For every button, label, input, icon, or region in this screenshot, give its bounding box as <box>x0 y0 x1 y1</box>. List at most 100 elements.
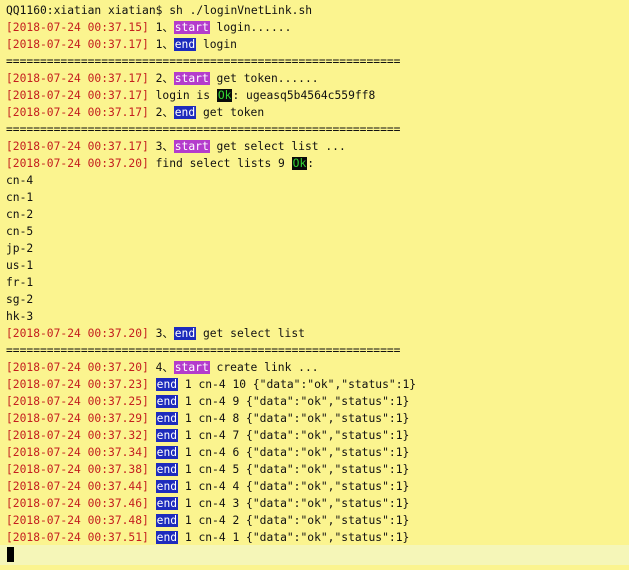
region-list-item: jp-2 <box>6 240 629 257</box>
log-text: create link ... <box>209 361 319 374</box>
log-line: [2018-07-24 00:37.20] 4、start create lin… <box>6 359 629 376</box>
log-text: 1 cn-4 3 {"data":"ok","status":1} <box>178 497 410 510</box>
end-tag: end <box>155 531 179 544</box>
separator: ========================================… <box>6 344 401 357</box>
end-tag: end <box>173 327 197 340</box>
log-text: 1 cn-4 9 {"data":"ok","status":1} <box>178 395 410 408</box>
log-text: 1 cn-4 6 {"data":"ok","status":1} <box>178 446 410 459</box>
log-line: [2018-07-24 00:37.17] 1、end login <box>6 36 629 53</box>
region-list-item: hk-3 <box>6 308 629 325</box>
log-text: get select list <box>196 327 305 340</box>
timestamp: [2018-07-24 00:37.17] <box>6 140 149 153</box>
log-text: login...... <box>209 21 292 34</box>
timestamp: [2018-07-24 00:37.48] <box>6 514 149 527</box>
timestamp: [2018-07-24 00:37.20] <box>6 157 149 170</box>
end-tag: end <box>155 378 179 391</box>
log-line: [2018-07-24 00:37.20] 3、end get select l… <box>6 325 629 342</box>
log-text: 2、 <box>148 106 174 119</box>
log-text: 1 cn-4 10 {"data":"ok","status":1} <box>178 378 417 391</box>
region-list-item: cn-2 <box>6 206 629 223</box>
region-list-item: cn-1 <box>6 189 629 206</box>
timestamp: [2018-07-24 00:37.51] <box>6 531 149 544</box>
timestamp: [2018-07-24 00:37.29] <box>6 412 149 425</box>
region-list-item: fr-1 <box>6 274 629 291</box>
log-line: [2018-07-24 00:37.48] end 1 cn-4 2 {"dat… <box>6 512 629 529</box>
end-tag: end <box>155 429 179 442</box>
log-text: : <box>307 157 315 170</box>
timestamp: [2018-07-24 00:37.17] <box>6 72 149 85</box>
log-line: [2018-07-24 00:37.15] 1、start login.....… <box>6 19 629 36</box>
log-text: 1 cn-4 4 {"data":"ok","status":1} <box>178 480 410 493</box>
log-text: find select lists 9 <box>148 157 292 170</box>
separator: ========================================… <box>6 55 401 68</box>
region-code: hk-3 <box>6 310 34 323</box>
timestamp: [2018-07-24 00:37.25] <box>6 395 149 408</box>
text-cursor <box>7 547 14 562</box>
region-code: fr-1 <box>6 276 34 289</box>
log-line: [2018-07-24 00:37.44] end 1 cn-4 4 {"dat… <box>6 478 629 495</box>
log-line: [2018-07-24 00:37.51] end 1 cn-4 1 {"dat… <box>6 529 629 546</box>
timestamp: [2018-07-24 00:37.20] <box>6 361 149 374</box>
log-line: [2018-07-24 00:37.17] 2、start get token.… <box>6 70 629 87</box>
ok-tag: Ok <box>216 89 233 102</box>
region-code: cn-2 <box>6 208 34 221</box>
timestamp: [2018-07-24 00:37.34] <box>6 446 149 459</box>
timestamp: [2018-07-24 00:37.38] <box>6 463 149 476</box>
region-code: cn-4 <box>6 174 34 187</box>
timestamp: [2018-07-24 00:37.17] <box>6 89 149 102</box>
end-tag: end <box>155 412 179 425</box>
region-code: us-1 <box>6 259 34 272</box>
shell-prompt-line: QQ1160:xiatian xiatian$ sh ./loginVnetLi… <box>6 2 629 19</box>
region-list-item: us-1 <box>6 257 629 274</box>
log-line: [2018-07-24 00:37.17] login is Ok: ugeas… <box>6 87 629 104</box>
region-code: sg-2 <box>6 293 34 306</box>
log-text: 1 cn-4 8 {"data":"ok","status":1} <box>178 412 410 425</box>
end-tag: end <box>155 395 179 408</box>
timestamp: [2018-07-24 00:37.17] <box>6 106 149 119</box>
region-list-item: cn-4 <box>6 172 629 189</box>
log-text: get select list ... <box>209 140 346 153</box>
timestamp: [2018-07-24 00:37.46] <box>6 497 149 510</box>
timestamp: [2018-07-24 00:37.32] <box>6 429 149 442</box>
terminal-output: QQ1160:xiatian xiatian$ sh ./loginVnetLi… <box>6 2 629 546</box>
timestamp: [2018-07-24 00:37.17] <box>6 38 149 51</box>
start-tag: start <box>173 21 210 34</box>
separator-line: ========================================… <box>6 121 629 138</box>
timestamp: [2018-07-24 00:37.20] <box>6 327 149 340</box>
input-line[interactable] <box>0 545 629 565</box>
log-text: 3、 <box>148 327 174 340</box>
ok-tag: Ok <box>291 157 308 170</box>
log-line: [2018-07-24 00:37.34] end 1 cn-4 6 {"dat… <box>6 444 629 461</box>
log-line: [2018-07-24 00:37.17] 2、end get token <box>6 104 629 121</box>
separator-line: ========================================… <box>6 53 629 70</box>
region-code: cn-5 <box>6 225 34 238</box>
terminal-window[interactable]: QQ1160:xiatian xiatian$ sh ./loginVnetLi… <box>0 0 629 570</box>
end-tag: end <box>155 480 179 493</box>
log-text: 2、 <box>148 72 174 85</box>
log-text: login is <box>148 89 217 102</box>
log-line: [2018-07-24 00:37.32] end 1 cn-4 7 {"dat… <box>6 427 629 444</box>
log-text: 1 cn-4 1 {"data":"ok","status":1} <box>178 531 410 544</box>
log-text: 1 cn-4 2 {"data":"ok","status":1} <box>178 514 410 527</box>
region-list-item: cn-5 <box>6 223 629 240</box>
end-tag: end <box>173 38 197 51</box>
end-tag: end <box>155 497 179 510</box>
log-line: [2018-07-24 00:37.38] end 1 cn-4 5 {"dat… <box>6 461 629 478</box>
timestamp: [2018-07-24 00:37.15] <box>6 21 149 34</box>
log-text: 4、 <box>148 361 174 374</box>
region-list-item: sg-2 <box>6 291 629 308</box>
start-tag: start <box>173 140 210 153</box>
end-tag: end <box>155 446 179 459</box>
log-text: get token <box>196 106 265 119</box>
end-tag: end <box>155 514 179 527</box>
log-text: 1、 <box>148 21 174 34</box>
start-tag: start <box>173 72 210 85</box>
log-text: 1 cn-4 5 {"data":"ok","status":1} <box>178 463 410 476</box>
